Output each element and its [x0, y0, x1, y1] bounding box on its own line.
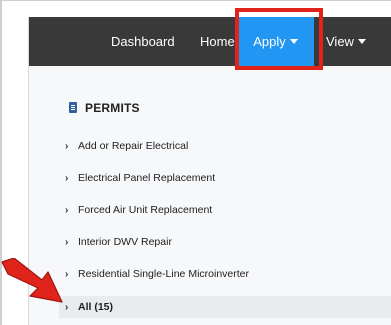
permit-item-label: Electrical Panel Replacement — [78, 172, 216, 184]
permit-item-label: All (15) — [78, 301, 114, 313]
permit-item-all[interactable]: › All (15) — [59, 296, 391, 318]
permit-item[interactable]: › Add or Repair Electrical — [65, 135, 391, 157]
chevron-right-icon: › — [65, 141, 69, 152]
permit-item[interactable]: › Forced Air Unit Replacement — [65, 199, 391, 221]
chevron-right-icon: › — [65, 205, 69, 216]
nav-view[interactable]: View — [326, 17, 366, 66]
permit-item-label: Add or Repair Electrical — [78, 140, 189, 152]
section-title-text: PERMITS — [85, 101, 140, 115]
permit-item[interactable]: › Interior DWV Repair — [65, 231, 391, 253]
top-nav: Dashboard Home Apply View — [29, 17, 391, 66]
section-title: PERMITS — [69, 100, 140, 116]
nav-home[interactable]: Home — [200, 17, 235, 66]
pointer-arrow-icon — [1, 258, 63, 303]
app-screen: Dashboard Home Apply View PERMITS › Add o… — [28, 17, 391, 325]
permit-item-label: Forced Air Unit Replacement — [78, 204, 213, 216]
chevron-right-icon: › — [65, 173, 69, 184]
chevron-right-icon: › — [65, 237, 69, 248]
permit-item-label: Residential Single-Line Microinverter — [78, 268, 249, 280]
nav-view-label: View — [326, 34, 354, 49]
nav-dashboard[interactable]: Dashboard — [111, 17, 175, 66]
highlight-box — [235, 8, 323, 70]
caret-down-icon — [357, 39, 366, 45]
permit-item[interactable]: › Residential Single-Line Microinverter — [65, 263, 391, 285]
permit-document-icon — [69, 102, 77, 113]
permit-item[interactable]: › Electrical Panel Replacement — [65, 167, 391, 189]
permit-item-label: Interior DWV Repair — [78, 236, 172, 248]
